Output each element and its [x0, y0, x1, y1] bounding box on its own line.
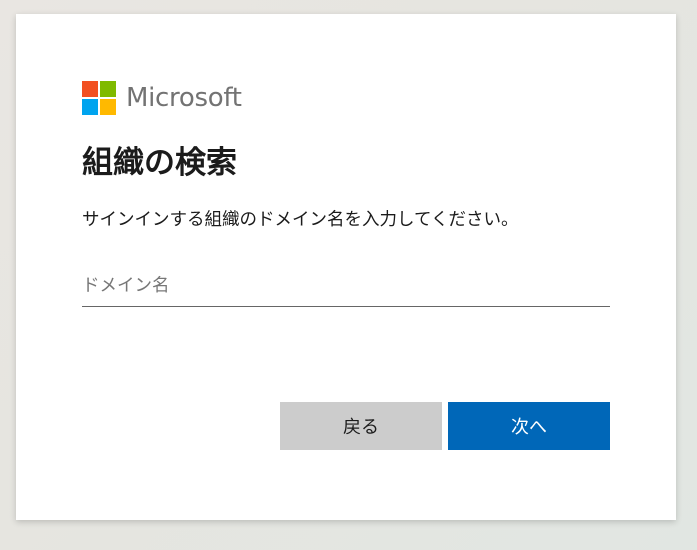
logo-square-blue	[82, 99, 98, 115]
brand-name: Microsoft	[126, 83, 242, 113]
instruction-text: サインインする組織のドメイン名を入力してください。	[82, 210, 519, 230]
logo-square-red	[82, 81, 98, 97]
brand-header: Microsoft	[82, 81, 242, 115]
domain-name-input[interactable]	[82, 266, 610, 307]
microsoft-logo-icon	[82, 81, 116, 115]
next-button[interactable]: 次へ	[448, 402, 610, 450]
back-button[interactable]: 戻る	[280, 402, 442, 450]
signin-card: Microsoft 組織の検索 サインインする組織のドメイン名を入力してください…	[16, 14, 676, 520]
page-title: 組織の検索	[82, 145, 237, 181]
logo-square-yellow	[100, 99, 116, 115]
logo-square-green	[100, 81, 116, 97]
